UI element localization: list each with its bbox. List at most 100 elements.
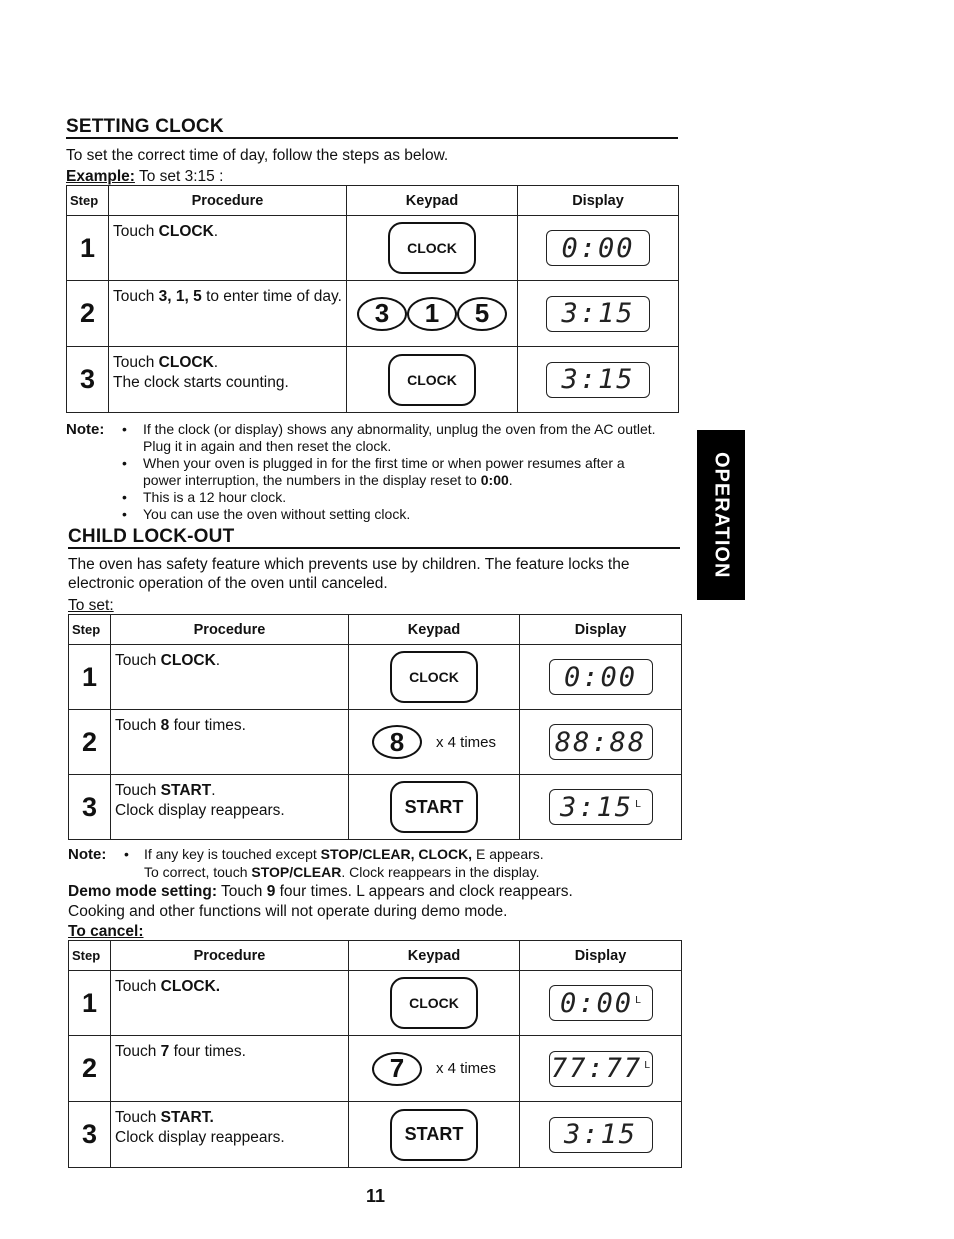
child-lock-note: Note:: [68, 846, 106, 863]
proc-bold: CLOCK: [160, 652, 216, 669]
header-display: Display: [517, 185, 679, 216]
proc-text: .: [213, 354, 219, 371]
display-cell: 0:00 L: [519, 970, 682, 1036]
keypad-cell: 8 x 4 times: [348, 709, 520, 775]
proc-text: Touch: [115, 1109, 161, 1126]
side-tab-operation: OPERATION: [697, 430, 745, 600]
procedure-cell: Touch CLOCK. The clock starts counting.: [108, 346, 347, 413]
step-number: 1: [66, 215, 109, 281]
number-key-3[interactable]: 3: [357, 296, 407, 331]
lcd-display: 0:00: [546, 230, 650, 266]
display-cell: 3:15: [517, 346, 679, 413]
display-cell: 3:15: [519, 1101, 682, 1168]
demo-mode-line2: Cooking and other functions will not ope…: [68, 903, 508, 920]
procedure-cell: Touch 3, 1, 5 to enter time of day.: [108, 280, 347, 347]
proc-text: .: [213, 223, 219, 240]
keypad-cell: CLOCK: [346, 215, 518, 281]
note-text: To correct, touch: [144, 864, 252, 880]
lcd-digits: 88:88: [554, 726, 647, 758]
demo-mode-line: Demo mode setting: Touch 9 four times. L…: [68, 882, 573, 901]
display-cell: 3:15 L: [519, 774, 682, 840]
keypad-cell: 315: [346, 280, 518, 347]
header-display: Display: [519, 940, 682, 971]
procedure-cell: Touch CLOCK.: [110, 644, 349, 710]
number-key-5[interactable]: 5: [457, 296, 507, 331]
number-key-1[interactable]: 1: [407, 296, 457, 331]
proc-bold: CLOCK: [158, 354, 214, 371]
lock-indicator: L: [635, 798, 642, 810]
example-label: Example:: [66, 168, 135, 185]
keypad-cell: CLOCK: [348, 970, 520, 1036]
step-number: 3: [66, 346, 109, 413]
child-lock-intro: The oven has safety feature which preven…: [68, 556, 630, 592]
note-bold: 0:00: [480, 472, 509, 488]
proc-text: .: [211, 782, 216, 799]
lcd-display: 3:15: [548, 1116, 653, 1153]
step-number: 2: [68, 1035, 111, 1102]
times-label: x 4 times: [435, 1060, 496, 1077]
lcd-digits: 77:77: [550, 1053, 643, 1084]
note-item: If the clock (or display) shows any abno…: [143, 421, 656, 454]
lcd-digits: 3:15: [559, 791, 633, 823]
to-cancel-text: To cancel:: [68, 923, 144, 940]
proc-text: four times.: [169, 717, 246, 734]
header-step: Step: [66, 185, 109, 216]
display-cell: 0:00: [517, 215, 679, 281]
note-text: E appears.: [472, 846, 544, 862]
number-key-8[interactable]: 8: [371, 725, 422, 759]
bullet-icon: •: [122, 506, 127, 522]
proc-text: Touch: [113, 288, 159, 305]
page-number: 11: [366, 1186, 386, 1206]
header-keypad: Keypad: [346, 185, 518, 216]
example-text: To set 3:15 :: [134, 168, 224, 185]
note-item: When your oven is plugged in for the fir…: [143, 455, 663, 489]
example-line: Example: To set 3:15 :: [66, 168, 223, 186]
lcd-display: 3:15: [546, 361, 650, 398]
clock-key[interactable]: CLOCK: [388, 222, 476, 274]
section-divider: [66, 137, 678, 139]
table-header-row: Step Procedure Keypad Display: [66, 185, 679, 216]
header-display: Display: [519, 614, 682, 645]
keypad-cell: 7 x 4 times: [348, 1035, 520, 1102]
procedure-cell: Touch 8 four times.: [110, 709, 349, 775]
proc-text: Touch: [113, 354, 159, 371]
side-tab-label: OPERATION: [710, 451, 733, 579]
to-cancel-label: To cancel:: [68, 923, 144, 941]
proc-bold: 3, 1, 5: [158, 288, 202, 305]
note-item: This is a 12 hour clock.: [143, 489, 287, 505]
lcd-display: 3:15 L: [548, 789, 653, 825]
lcd-digits: 3:15: [563, 1119, 638, 1150]
step-number: 3: [68, 1101, 111, 1168]
procedure-cell: Touch 7 four times.: [110, 1035, 349, 1102]
table-header-row: Step Procedure Keypad Display: [68, 614, 682, 645]
table-row: 1 Touch CLOCK. CLOCK 0:00 L: [68, 970, 682, 1036]
table-row: 3 Touch START. Clock display reappears. S…: [68, 1101, 682, 1168]
note-text: When your oven is plugged in for the fir…: [143, 455, 625, 488]
clock-key[interactable]: CLOCK: [388, 353, 476, 406]
table-row: 1 Touch CLOCK. CLOCK 0:00: [66, 215, 679, 281]
proc-text: Clock display reappears.: [115, 1129, 285, 1146]
proc-bold: CLOCK.: [160, 978, 221, 995]
display-cell: 0:00: [519, 644, 682, 710]
proc-text: to enter time of day.: [201, 288, 342, 305]
note-bold: STOP/CLEAR: [251, 864, 342, 880]
lcd-digits: 3:15: [561, 298, 635, 329]
start-key[interactable]: START: [390, 781, 478, 833]
section-title-child-lock: CHILD LOCK-OUT: [68, 526, 235, 547]
step-number: 2: [68, 709, 111, 775]
lcd-digits: 0:00: [561, 232, 635, 264]
clock-key[interactable]: CLOCK: [390, 651, 478, 703]
note-text: .: [508, 472, 513, 488]
start-key[interactable]: START: [390, 1108, 478, 1161]
lcd-digits: 3:15: [561, 364, 635, 395]
procedure-cell: Touch CLOCK.: [108, 215, 347, 281]
bullet-icon: •: [124, 846, 129, 862]
clock-key[interactable]: CLOCK: [390, 977, 478, 1029]
procedure-cell: Touch START. Clock display reappears.: [110, 774, 349, 840]
bullet-icon: •: [122, 455, 127, 471]
table-row: 1 Touch CLOCK. CLOCK 0:00: [68, 644, 682, 710]
lcd-display: 88:88: [548, 724, 653, 760]
demo-label: Demo mode setting:: [68, 883, 217, 900]
procedure-cell: Touch START. Clock display reappears.: [110, 1101, 349, 1168]
number-key-7[interactable]: 7: [371, 1051, 422, 1086]
